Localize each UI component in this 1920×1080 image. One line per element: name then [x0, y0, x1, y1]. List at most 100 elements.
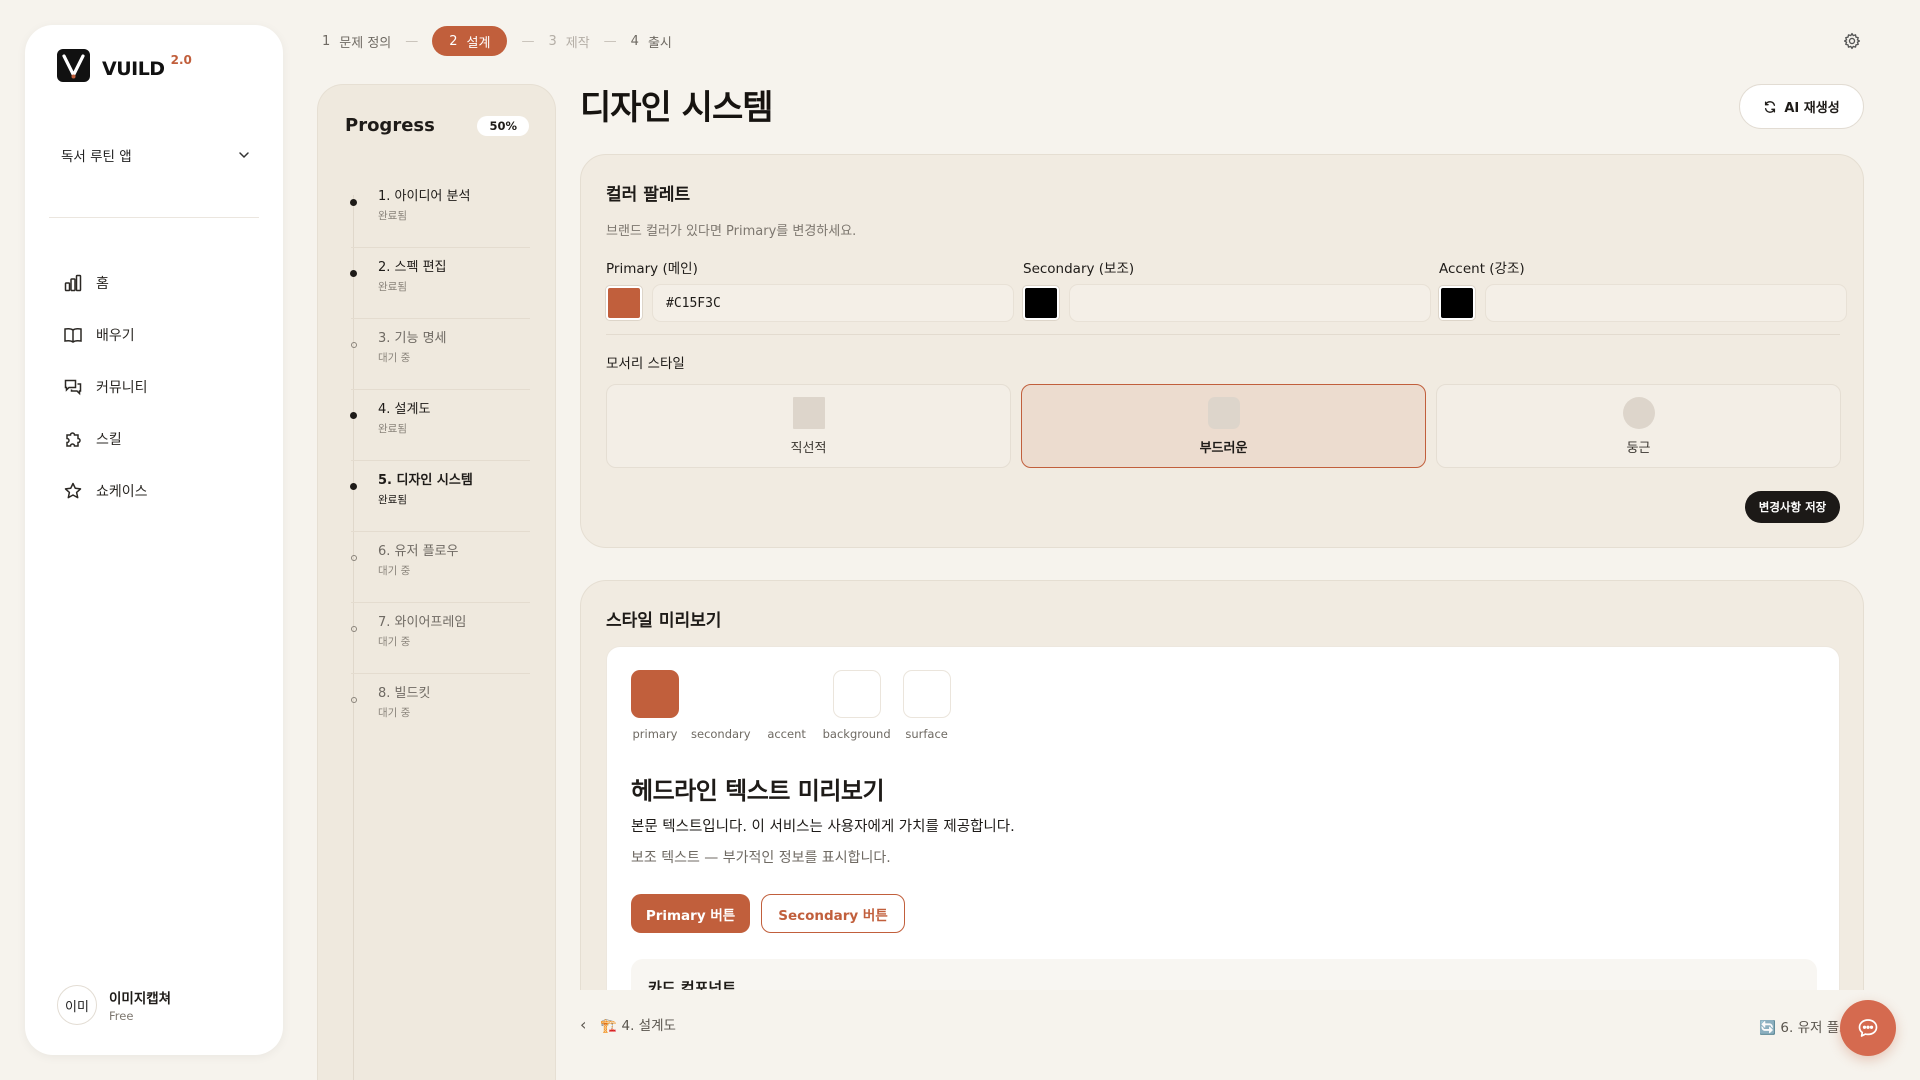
- project-select[interactable]: 독서 루틴 앱: [61, 140, 251, 170]
- status-dot: [350, 270, 357, 277]
- ai-regenerate-button[interactable]: AI 재생성: [1739, 84, 1864, 129]
- nav-item-label: 쇼케이스: [96, 484, 148, 500]
- user-plan: Free: [109, 1009, 134, 1023]
- main-nav: 홈 배우기 커뮤니티 스킬 쇼케이스: [63, 257, 263, 517]
- progress-item-label: 5. 디자인 시스템: [378, 473, 473, 488]
- accent-hex-input[interactable]: [1485, 284, 1847, 322]
- color-row: #C15F3C: [606, 284, 1014, 322]
- secondary-color-swatch[interactable]: [1023, 286, 1059, 320]
- nav-item-home[interactable]: 홈: [63, 257, 263, 309]
- preview-secondary-button[interactable]: Secondary 버튼: [761, 894, 905, 933]
- corner-option-sharp[interactable]: 직선적: [606, 384, 1011, 468]
- progress-item-build-kit[interactable]: 8. 빌드킷 대기 중: [318, 674, 557, 745]
- preview-headline: 헤드라인 텍스트 미리보기: [631, 777, 885, 805]
- progress-item-status: 대기 중: [378, 707, 411, 719]
- brand-name: VUILD: [102, 58, 165, 80]
- color-token-surface: surface: [902, 670, 951, 741]
- step-number: 1: [322, 33, 331, 49]
- user-info: 이미지캡쳐 Free: [109, 987, 171, 1023]
- token-name: secondary: [691, 727, 751, 741]
- corner-option-label: 직선적: [790, 440, 827, 456]
- step-launch[interactable]: 4 출시: [631, 32, 672, 51]
- accent-color-swatch[interactable]: [1439, 286, 1475, 320]
- color-token-accent: accent: [763, 670, 811, 741]
- step-number: 3: [548, 33, 557, 49]
- corner-option-label: 부드러운: [1199, 440, 1248, 456]
- progress-percent-badge: 50%: [477, 115, 529, 136]
- style-preview-title: 스타일 미리보기: [606, 611, 722, 631]
- step-design[interactable]: 2 설계: [432, 26, 508, 56]
- status-dot: [351, 697, 357, 703]
- status-dot: [351, 555, 357, 561]
- color-row: [1023, 284, 1431, 322]
- color-palette-hint: 브랜드 컬러가 있다면 Primary를 변경하세요.: [606, 224, 857, 239]
- color-row: [1439, 284, 1847, 322]
- progress-item-status: 대기 중: [378, 636, 411, 648]
- status-dot: [350, 412, 357, 419]
- progress-item-feature-spec[interactable]: 3. 기능 명세 대기 중: [318, 319, 557, 390]
- step-label: 제작: [565, 35, 590, 51]
- secondary-hex-input[interactable]: [1069, 284, 1431, 322]
- chat-fab-button[interactable]: [1840, 1000, 1896, 1056]
- nav-item-showcase[interactable]: 쇼케이스: [63, 465, 263, 517]
- progress-panel: Progress 50% 1. 아이디어 분석 완료됨 2. 스펙 편집 완료됨…: [317, 84, 556, 1080]
- square-corner-shape: [792, 396, 825, 429]
- token-swatch: [902, 670, 951, 718]
- sidebar: VUILD 2.0 독서 루틴 앱 홈 배우기 커뮤니티 스킬 쇼케이스 이미 …: [25, 25, 283, 1055]
- color-token-background: background: [823, 670, 891, 741]
- save-changes-button[interactable]: 변경사항 저장: [1745, 491, 1840, 523]
- progress-item-design-system[interactable]: 5. 디자인 시스템 완료됨: [318, 461, 557, 532]
- step-label: 출시: [647, 35, 672, 51]
- gear-icon[interactable]: [1843, 32, 1861, 50]
- primary-color-swatch[interactable]: [606, 286, 642, 320]
- progress-item-status: 완료됨: [378, 210, 407, 222]
- ai-regenerate-label: AI 재생성: [1784, 101, 1840, 116]
- progress-item-status: 대기 중: [378, 352, 411, 364]
- sidebar-divider: [49, 217, 259, 218]
- chart-bar-icon: [64, 274, 82, 292]
- step-build[interactable]: 3 제작: [548, 32, 589, 51]
- user-profile[interactable]: 이미 이미지캡쳐 Free: [57, 985, 171, 1025]
- nav-item-learn[interactable]: 배우기: [63, 309, 263, 361]
- secondary-color-field: Secondary (보조): [1023, 257, 1431, 322]
- preview-primary-button[interactable]: Primary 버튼: [631, 894, 750, 933]
- step-separator: —: [405, 33, 419, 49]
- rounded-corner-shape: [1207, 396, 1240, 429]
- status-dot: [351, 342, 357, 348]
- refresh-icon: [1765, 100, 1776, 113]
- avatar: 이미: [57, 985, 97, 1025]
- status-dot: [351, 626, 357, 632]
- corner-style-label: 모서리 스타일: [606, 356, 685, 372]
- progress-item-idea-analysis[interactable]: 1. 아이디어 분석 완료됨: [318, 177, 557, 248]
- book-open-icon: [64, 327, 82, 343]
- step-separator: —: [603, 33, 617, 49]
- preview-sub-text: 보조 텍스트 — 부가적인 정보를 표시합니다.: [631, 850, 891, 866]
- step-label: 문제 정의: [339, 35, 392, 51]
- nav-item-community[interactable]: 커뮤니티: [63, 361, 263, 413]
- status-dot: [350, 199, 357, 206]
- step-problem-definition[interactable]: 1 문제 정의: [322, 32, 391, 51]
- corner-option-soft[interactable]: 부드러운: [1021, 384, 1426, 468]
- primary-hex-input[interactable]: #C15F3C: [652, 284, 1014, 322]
- progress-item-label: 2. 스펙 편집: [378, 260, 447, 275]
- primary-color-field: Primary (메인) #C15F3C: [606, 257, 1014, 322]
- progress-item-spec-edit[interactable]: 2. 스펙 편집 완료됨: [318, 248, 557, 319]
- progress-item-user-flow[interactable]: 6. 유저 플로우 대기 중: [318, 532, 557, 603]
- progress-item-label: 7. 와이어프레임: [378, 615, 467, 630]
- prev-step-link[interactable]: ‹ 🏗️ 4. 설계도: [580, 1014, 676, 1035]
- progress-item-wireframe[interactable]: 7. 와이어프레임 대기 중: [318, 603, 557, 674]
- nav-item-label: 커뮤니티: [96, 380, 148, 396]
- progress-item-blueprint[interactable]: 4. 설계도 완료됨: [318, 390, 557, 461]
- style-preview-canvas: primary secondary accent background surf…: [606, 646, 1840, 1000]
- circle-corner-shape: [1622, 396, 1655, 429]
- progress-header: Progress 50%: [345, 115, 529, 136]
- corner-option-label: 둥근: [1626, 440, 1651, 456]
- nav-item-skills[interactable]: 스킬: [63, 413, 263, 465]
- prev-step-label: 🏗️ 4. 설계도: [600, 1018, 676, 1034]
- token-name: primary: [632, 727, 678, 741]
- brand[interactable]: VUILD 2.0: [57, 49, 192, 82]
- token-swatch: [697, 670, 745, 718]
- brand-version: 2.0: [170, 53, 192, 67]
- token-name: accent: [767, 727, 806, 741]
- corner-option-round[interactable]: 둥근: [1436, 384, 1841, 468]
